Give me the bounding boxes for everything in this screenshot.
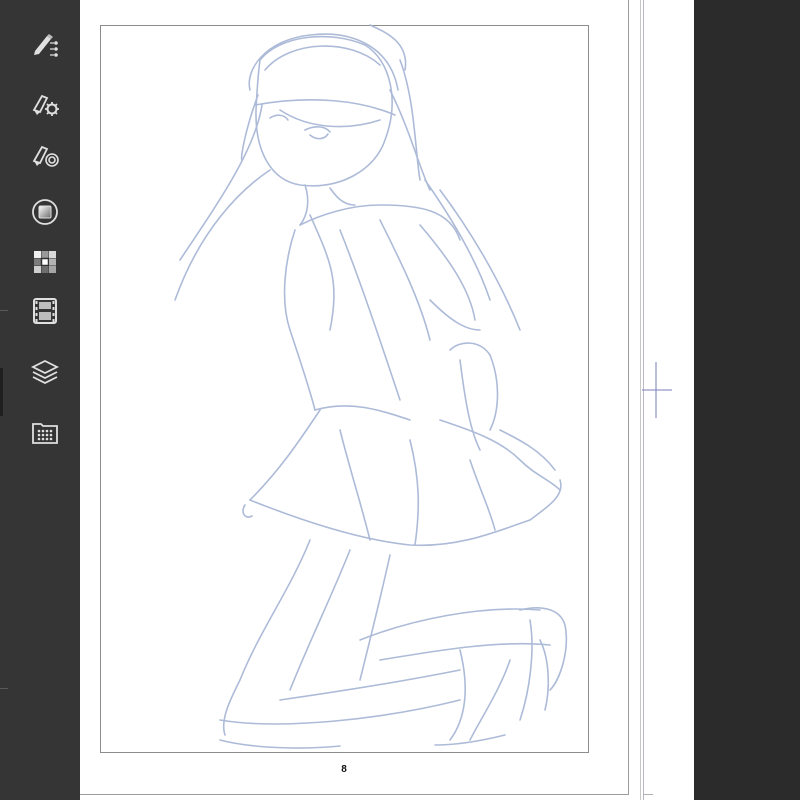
drawing-canvas[interactable]: 8 xyxy=(80,0,694,800)
color-circle-icon xyxy=(32,199,58,225)
color-set-icon xyxy=(34,251,56,273)
page-number: 8 xyxy=(341,764,347,775)
sub-tool-pen-icon xyxy=(34,34,58,57)
material-folder-button[interactable] xyxy=(26,413,64,451)
color-set-button[interactable] xyxy=(26,243,64,281)
next-page-corner xyxy=(643,794,653,795)
left-tool-strip xyxy=(0,0,80,800)
right-dock-panel xyxy=(694,0,800,800)
page-gutter-line xyxy=(640,0,641,800)
brush-size-button[interactable] xyxy=(26,135,64,173)
panel-edge-tick xyxy=(0,688,8,689)
layer-icon xyxy=(30,359,60,385)
brush-size-icon xyxy=(32,145,59,167)
panel-frame-border xyxy=(100,25,589,753)
tool-property-icon xyxy=(32,94,59,116)
manga-page-sheet: 8 xyxy=(80,0,629,795)
panel-collapse-handle[interactable] xyxy=(0,368,3,416)
material-folder-icon xyxy=(32,423,58,444)
registration-mark-icon xyxy=(642,362,672,418)
sub-tool-pen-button[interactable] xyxy=(26,25,64,63)
panel-edge-tick xyxy=(0,310,8,311)
layer-button[interactable] xyxy=(26,353,64,391)
animation-timeline-button[interactable] xyxy=(26,292,64,330)
tool-property-button[interactable] xyxy=(26,84,64,122)
color-circle-button[interactable] xyxy=(26,193,64,231)
animation-timeline-icon xyxy=(33,298,57,324)
